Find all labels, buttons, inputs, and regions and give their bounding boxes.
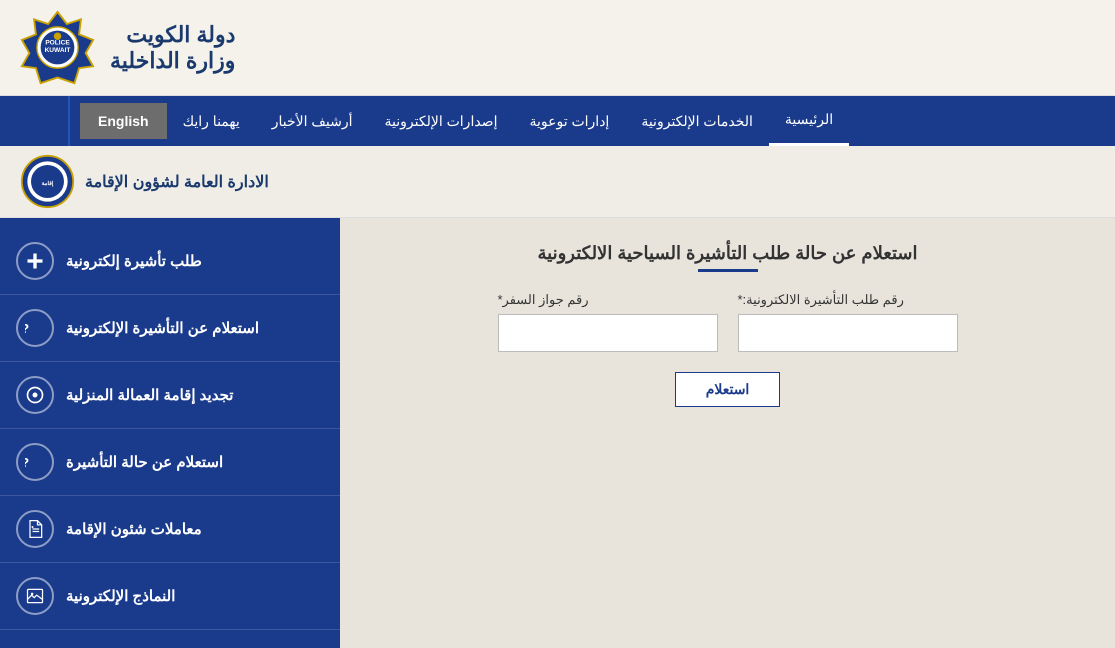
residency-logo: إقامة [20,154,75,209]
sidebar-item-label-1: استعلام عن التأشيرة الإلكترونية [66,319,259,337]
navbar-side-bar [10,96,70,146]
header-titles: دولة الكويت وزارة الداخلية [110,22,235,74]
question-icon-2: ? [16,443,54,481]
plus-icon [16,242,54,280]
nav-item-feedback[interactable]: يهمنا رايك [167,96,256,146]
navbar-items: الرئيسية الخدمات الإلكترونية إدارات توعو… [167,96,1105,146]
svg-text:?: ? [25,455,29,470]
main-content: استعلام عن حالة طلب التأشيرة السياحية ال… [0,218,1115,648]
sidebar-item-label-4: معاملات شئون الإقامة [66,520,202,538]
sub-header: الادارة العامة لشؤون الإقامة إقامة [0,146,1115,218]
svg-text:?: ? [25,321,29,336]
inquiry-button[interactable]: استعلام [675,372,781,407]
question-icon-1: ? [16,309,54,347]
form-fields: رقم طلب التأشيرة الالكترونية:* رقم جواز … [370,292,1085,352]
nav-item-archive[interactable]: أرشيف الأخبار [256,96,369,146]
police-logo: KUWAIT POLICE [20,10,95,85]
visa-number-input[interactable] [738,314,958,352]
form-btn-row: استعلام [370,372,1085,407]
form-group-passport: رقم جواز السفر* [498,292,718,352]
sidebar-item-visa-inquiry[interactable]: استعلام عن التأشيرة الإلكترونية ? [0,295,340,362]
svg-text:إقامة: إقامة [42,180,54,187]
sidebar-item-visa-status[interactable]: استعلام عن حالة التأشيرة ? [0,429,340,496]
header: دولة الكويت وزارة الداخلية KUWAIT POLICE [0,0,1115,96]
image-icon [16,577,54,615]
nav-item-home[interactable]: الرئيسية [769,96,849,146]
form-title-underline [698,269,758,272]
header-title1: دولة الكويت [110,22,235,48]
header-title2: وزارة الداخلية [110,48,235,74]
nav-item-awareness[interactable]: إدارات توعوية [513,96,625,146]
sidebar-item-residency[interactable]: معاملات شئون الإقامة [0,496,340,563]
sidebar-item-label-3: استعلام عن حالة التأشيرة [66,453,223,471]
field2-label: رقم جواز السفر* [498,292,589,308]
sidebar-item-renewal[interactable]: تجديد إقامة العمالة المنزلية [0,362,340,429]
form-area: استعلام عن حالة طلب التأشيرة السياحية ال… [340,218,1115,648]
sidebar-item-eforms[interactable]: النماذج الإلكترونية [0,563,340,630]
svg-text:POLICE: POLICE [45,40,70,47]
nav-item-eservices[interactable]: الخدمات الإلكترونية [625,96,769,146]
form-title: استعلام عن حالة طلب التأشيرة السياحية ال… [370,243,1085,264]
nav-english-button[interactable]: English [80,103,167,139]
sidebar: طلب تأشيرة إلكترونية استعلام عن التأشيرة… [0,218,340,648]
nav-item-publications[interactable]: إصدارات الإلكترونية [369,96,514,146]
sidebar-item-label-0: طلب تأشيرة إلكترونية [66,252,202,270]
svg-text:KUWAIT: KUWAIT [45,47,71,54]
document-icon [16,510,54,548]
sidebar-item-visa-request[interactable]: طلب تأشيرة إلكترونية [0,228,340,295]
sidebar-item-label-5: النماذج الإلكترونية [66,587,175,605]
field1-label: رقم طلب التأشيرة الالكترونية:* [738,292,904,308]
sub-header-title: الادارة العامة لشؤون الإقامة [85,172,269,192]
settings-icon [16,376,54,414]
sidebar-item-label-2: تجديد إقامة العمالة المنزلية [66,386,233,404]
navbar: الرئيسية الخدمات الإلكترونية إدارات توعو… [0,96,1115,146]
passport-number-input[interactable] [498,314,718,352]
form-group-visa: رقم طلب التأشيرة الالكترونية:* [738,292,958,352]
